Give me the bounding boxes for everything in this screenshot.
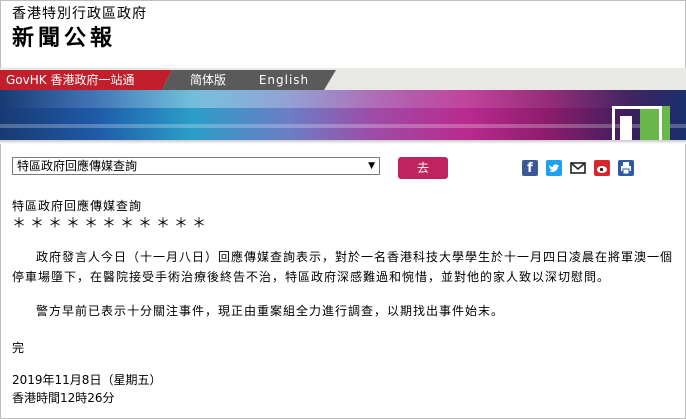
- nav-divider: [324, 70, 336, 90]
- email-icon[interactable]: [570, 160, 586, 176]
- separator: ＊＊＊＊＊＊＊＊＊＊＊: [12, 216, 210, 232]
- govhk-link[interactable]: GovHK 香港政府一站通: [0, 70, 162, 90]
- release-time: 香港時間12時26分: [12, 391, 115, 405]
- dropdown-arrow-icon: ▼: [368, 161, 375, 171]
- release-date: 2019年11月8日（星期五）: [12, 373, 162, 387]
- paragraph-2: 警方早前已表示十分關注事件，現正由重案組全力進行調查，以期找出事件始末。: [36, 304, 505, 318]
- paragraph-1: 政府發言人今日（十一月八日）回應傳媒查詢表示，對於一名香港科技大學學生於十一月四…: [12, 250, 674, 284]
- site-title[interactable]: 新聞公報: [12, 26, 116, 52]
- org-name: 香港特別行政區政府: [12, 6, 147, 22]
- facebook-icon[interactable]: f: [522, 160, 538, 176]
- go-button[interactable]: 去: [398, 157, 448, 179]
- twitter-icon[interactable]: [546, 160, 562, 176]
- nav-divider: [162, 70, 172, 90]
- banner-shadow: [0, 140, 686, 144]
- section-title: 特區政府回應傳媒查詢: [12, 199, 143, 213]
- simplified-chinese-link[interactable]: 简体版: [172, 70, 244, 90]
- category-select[interactable]: 特區政府回應傳媒查詢 ▼: [12, 157, 380, 175]
- print-icon[interactable]: [618, 160, 634, 176]
- end-mark: 完: [12, 341, 25, 355]
- english-link[interactable]: English: [244, 70, 324, 90]
- weibo-icon[interactable]: [594, 160, 610, 176]
- header-banner: [0, 90, 686, 140]
- category-select-value: 特區政府回應傳媒查詢: [17, 159, 138, 173]
